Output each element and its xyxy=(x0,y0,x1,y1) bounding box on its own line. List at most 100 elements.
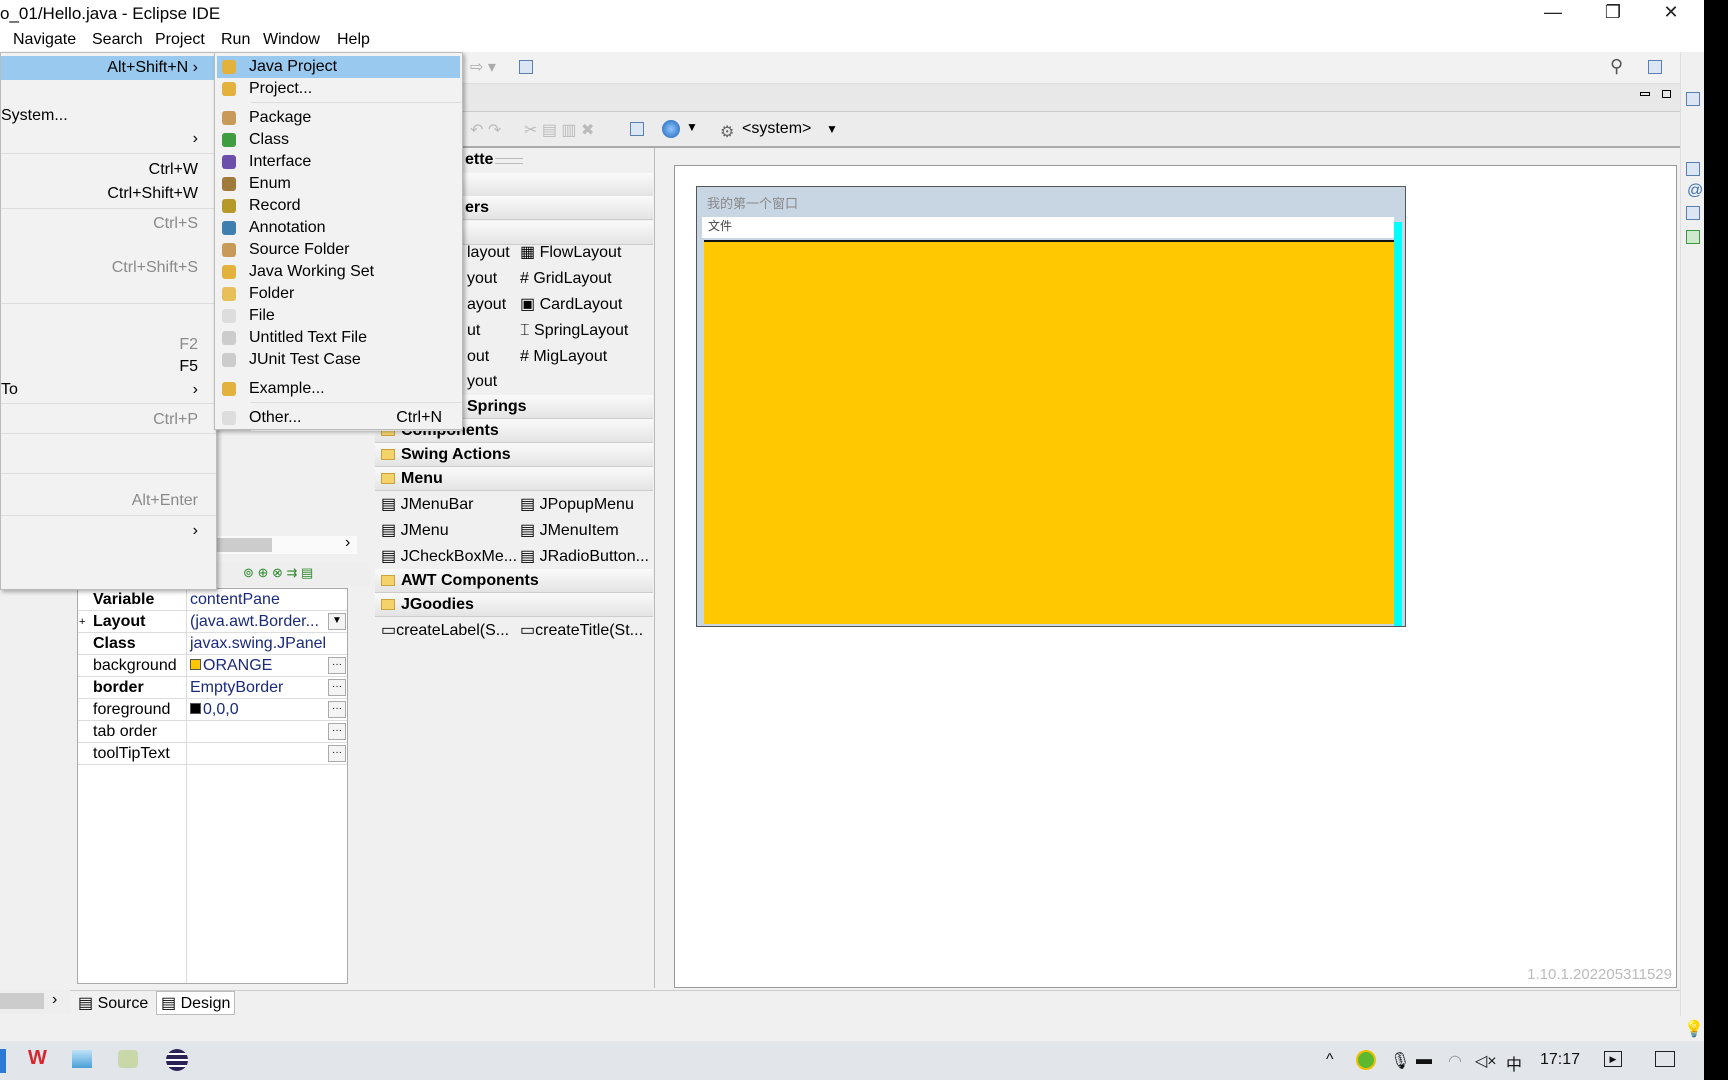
property-value[interactable]: ORANGE xyxy=(190,655,272,677)
horizontal-scrollbar[interactable]: › xyxy=(217,534,357,554)
look-and-feel-combo[interactable]: <system> xyxy=(742,120,811,138)
submenu-item-record[interactable]: Record xyxy=(217,195,460,217)
submenu-item-enum[interactable]: Enum xyxy=(217,173,460,195)
ellipsis-button[interactable]: ··· xyxy=(328,657,346,674)
palette-item-miglayout[interactable]: # MigLayout xyxy=(520,345,607,369)
tab-design[interactable]: ▤ Design xyxy=(156,991,236,1015)
palette-section-menu[interactable]: Menu xyxy=(375,467,653,491)
scrollbar-thumb[interactable] xyxy=(217,538,272,552)
palette-item-flowlayout[interactable]: ▦ FlowLayout xyxy=(520,241,621,265)
submenu-item-interface[interactable]: Interface xyxy=(217,151,460,173)
ellipsis-button[interactable]: ··· xyxy=(328,723,346,740)
minimize-view-icon[interactable] xyxy=(1640,92,1650,96)
property-value[interactable]: (java.awt.Border... xyxy=(190,611,319,633)
forward-icon[interactable]: ⇨ ▾ xyxy=(470,57,496,77)
menu-run[interactable]: Run xyxy=(221,31,250,49)
jframe-preview[interactable]: 我的第一个窗口 文件 xyxy=(696,186,1406,627)
property-row[interactable]: border EmptyBorder ··· xyxy=(78,677,347,699)
palette-item[interactable]: out xyxy=(467,345,489,369)
palette-item[interactable]: yout xyxy=(467,370,497,394)
app-icon[interactable] xyxy=(72,1050,92,1068)
frame-menu-file[interactable]: 文件 xyxy=(702,219,732,233)
app-icon[interactable] xyxy=(118,1050,138,1068)
clock[interactable]: 17:17 xyxy=(1540,1051,1580,1069)
submenu-item-class[interactable]: Class xyxy=(217,129,460,151)
search-icon[interactable]: ⚲ xyxy=(1610,56,1623,77)
tab-source[interactable]: ▤ Source xyxy=(78,993,148,1013)
frame-menubar[interactable]: 文件 xyxy=(702,217,1394,238)
palette-item-createtitle[interactable]: ▭createTitle(St... xyxy=(520,619,643,643)
menu-item-refresh[interactable]: F5 xyxy=(179,358,198,376)
problems-icon[interactable] xyxy=(1686,162,1700,176)
palette-item[interactable]: ayout xyxy=(467,293,506,317)
javadoc-icon[interactable]: @ xyxy=(1687,182,1703,200)
submenu-arrow[interactable]: › xyxy=(193,130,198,148)
lightbulb-icon[interactable]: 💡 xyxy=(1684,1019,1704,1039)
drag-handle-icon[interactable] xyxy=(495,158,523,164)
ellipsis-button[interactable]: ··· xyxy=(328,679,346,696)
ellipsis-button[interactable]: ··· xyxy=(328,701,346,718)
open-perspective-icon[interactable] xyxy=(1648,60,1662,74)
palette-item-jmenuitem[interactable]: ▤ JMenuItem xyxy=(520,519,619,543)
submenu-item-java-project[interactable]: Java Project xyxy=(217,56,460,78)
play-icon[interactable]: ▶ xyxy=(1604,1051,1622,1067)
menu-window[interactable]: Window xyxy=(263,31,320,49)
test-gui-icon[interactable] xyxy=(630,122,644,136)
property-row[interactable]: tab order ··· xyxy=(78,721,347,743)
menu-item-close[interactable]: Ctrl+W xyxy=(149,161,198,179)
property-row[interactable]: Variable contentPane xyxy=(78,589,347,611)
submenu-item-annotation[interactable]: Annotation xyxy=(217,217,460,239)
palette-item-jpopupmenu[interactable]: ▤ JPopupMenu xyxy=(520,493,634,517)
restore-button[interactable]: ❐ xyxy=(1590,2,1636,28)
palette-section-swing-actions[interactable]: Swing Actions xyxy=(375,443,653,467)
maximize-view-icon[interactable] xyxy=(1662,90,1671,98)
palette-item[interactable]: layout xyxy=(467,241,510,265)
property-value[interactable]: 0,0,0 xyxy=(190,699,239,721)
palette-item-jmenubar[interactable]: ▤ JMenuBar xyxy=(381,493,473,517)
volume-muted-icon[interactable]: ◁× xyxy=(1475,1051,1497,1071)
globe-icon[interactable] xyxy=(662,120,680,138)
cut-copy-paste-delete-icon[interactable]: ✂ ▤ ▥ ✖ xyxy=(524,120,594,140)
submenu-item-file[interactable]: File xyxy=(217,305,460,327)
palette-item[interactable]: yout xyxy=(467,267,497,291)
left-scroll[interactable]: › xyxy=(0,990,70,1014)
undo-redo-icon[interactable]: ↶ ↷ xyxy=(470,120,501,140)
palette-item-jcheckboxmenuitem[interactable]: ▤ JCheckBoxMe... xyxy=(381,545,517,569)
submenu-arrow[interactable]: › xyxy=(193,522,198,540)
submenu-item-package[interactable]: Package xyxy=(217,107,460,129)
outline-icon[interactable] xyxy=(1686,92,1700,106)
menu-project[interactable]: Project xyxy=(155,31,205,49)
toolbar-icons[interactable]: ⊚ ⊕ ⊗ ⇉ ▤ xyxy=(243,565,313,581)
palette-section-jgoodies[interactable]: JGoodies xyxy=(375,593,653,617)
menu-item-convert-to[interactable]: To xyxy=(1,381,198,399)
console-icon[interactable] xyxy=(1686,230,1700,244)
close-button[interactable]: ✕ xyxy=(1648,2,1694,28)
submenu-item-untitled-text-file[interactable]: Untitled Text File xyxy=(217,327,460,349)
property-row[interactable]: foreground 0,0,0 ··· xyxy=(78,699,347,721)
submenu-item-java-working-set[interactable]: Java Working Set xyxy=(217,261,460,283)
submenu-item-source-folder[interactable]: Source Folder xyxy=(217,239,460,261)
palette-item-cardlayout[interactable]: ▣ CardLayout xyxy=(520,293,622,317)
property-value[interactable]: contentPane xyxy=(190,589,280,611)
notification-icon[interactable] xyxy=(1655,1051,1675,1067)
tray-overflow-icon[interactable]: ^ xyxy=(1326,1051,1334,1069)
palette-section-awt[interactable]: AWT Components xyxy=(375,569,653,593)
design-canvas[interactable]: 我的第一个窗口 文件 1.10.1.202205311529 xyxy=(674,165,1677,988)
microphone-icon[interactable]: 🎙 xyxy=(1390,1051,1410,1071)
submenu-item-other[interactable]: Other... Ctrl+N xyxy=(217,407,460,429)
security-360-icon[interactable] xyxy=(1356,1050,1376,1070)
battery-icon[interactable]: ▬ xyxy=(1416,1051,1432,1069)
submenu-item-junit-test-case[interactable]: JUnit Test Case xyxy=(217,349,460,371)
chevron-right-icon[interactable]: › xyxy=(345,534,350,552)
wifi-icon[interactable]: ◠ xyxy=(1448,1051,1462,1071)
expand-icon[interactable]: + xyxy=(79,611,85,633)
eclipse-icon[interactable] xyxy=(166,1049,188,1071)
open-perspective-icon[interactable] xyxy=(519,60,533,74)
menu-item-system[interactable]: System... xyxy=(1,107,198,125)
palette-item-gridlayout[interactable]: # GridLayout xyxy=(520,267,612,291)
dropdown-button[interactable]: ▼ xyxy=(328,613,346,630)
property-row[interactable]: background ORANGE ··· xyxy=(78,655,347,677)
menu-help[interactable]: Help xyxy=(337,31,370,49)
palette-item[interactable]: ut xyxy=(467,319,480,343)
submenu-item-folder[interactable]: Folder xyxy=(217,283,460,305)
